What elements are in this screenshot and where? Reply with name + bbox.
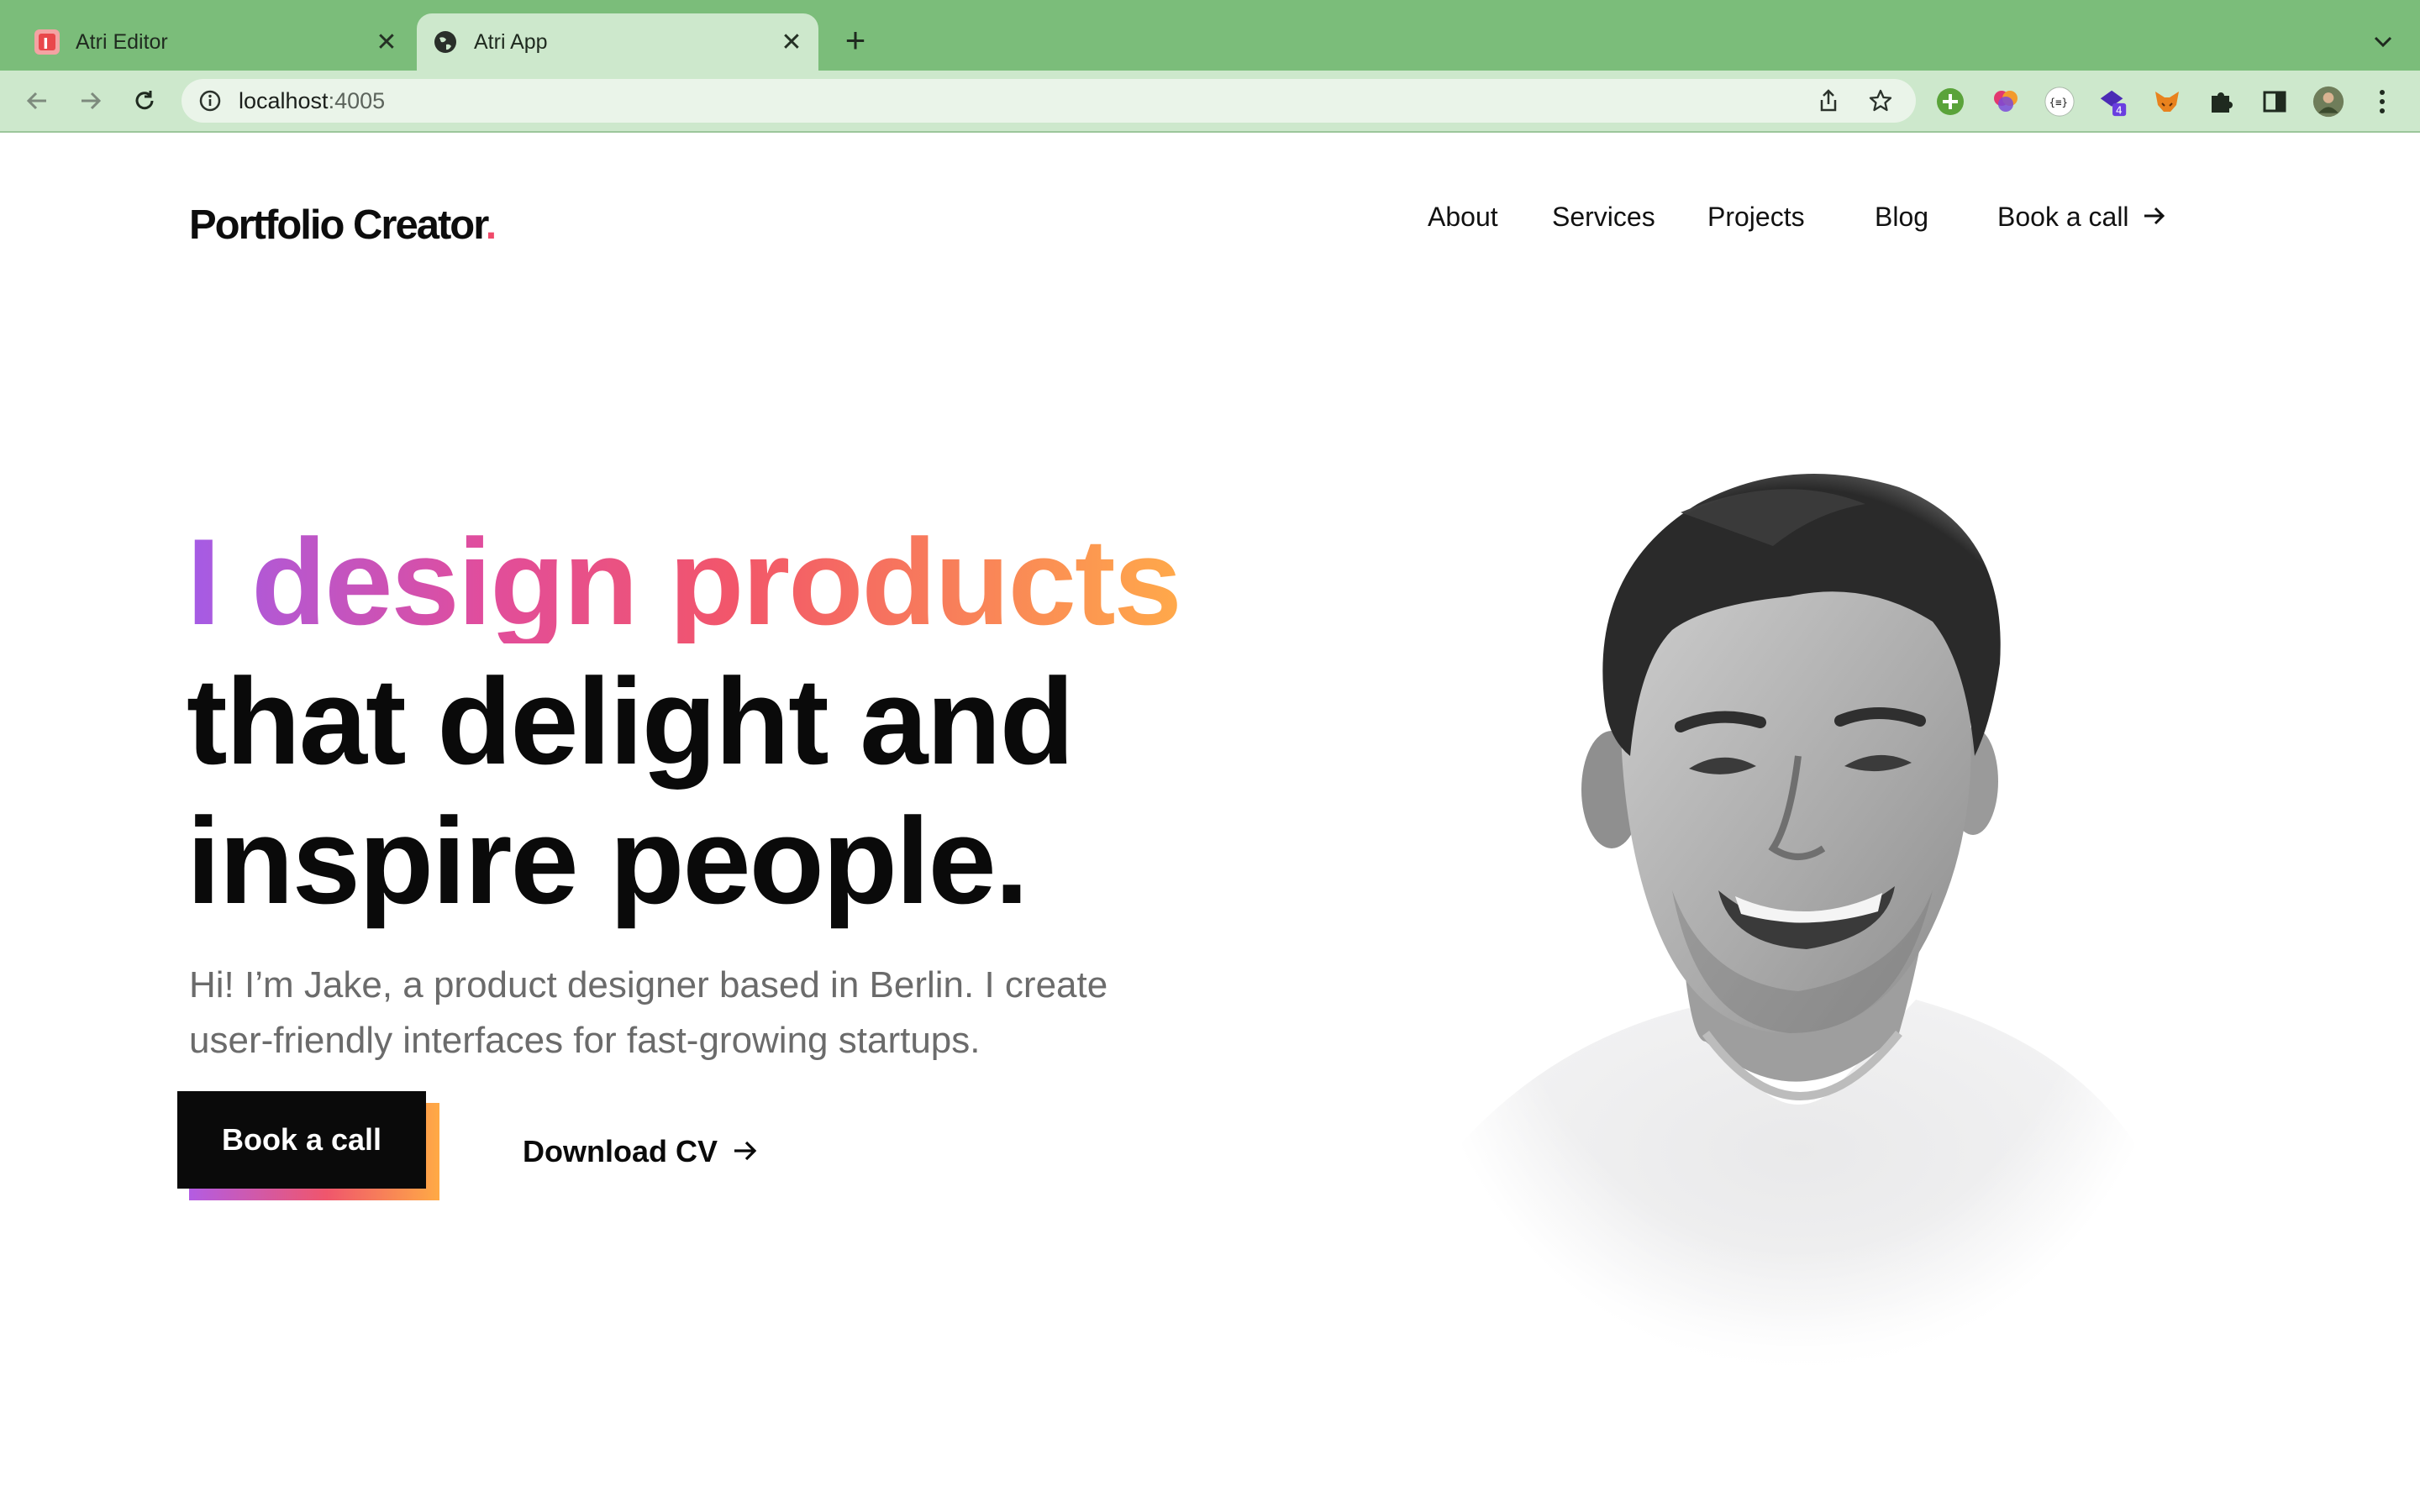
download-cv-label: Download CV — [523, 1134, 718, 1168]
close-tab-icon[interactable]: ✕ — [371, 27, 402, 57]
json-extension-icon[interactable]: {≡} — [2044, 86, 2075, 118]
nav-book-call-label: Book a call — [1997, 202, 2129, 232]
tab-atri-app[interactable]: Atri App ✕ — [417, 13, 818, 71]
puzzle-extensions-icon[interactable] — [2205, 86, 2237, 118]
palette-extension-icon[interactable] — [1990, 86, 2022, 118]
logo-text: Portfolio Creator — [189, 202, 487, 248]
close-tab-icon[interactable]: ✕ — [776, 27, 807, 57]
nav-link-projects[interactable]: Projects — [1707, 202, 1805, 233]
tab-search-chevron-icon[interactable] — [2366, 25, 2400, 59]
nav-book-call-link[interactable]: Book a call — [1997, 202, 2166, 233]
svg-text:{≡}: {≡} — [2049, 97, 2068, 108]
book-call-button[interactable]: Book a call — [177, 1091, 426, 1189]
svg-text:I: I — [43, 35, 49, 53]
url-text: localhost:4005 — [239, 88, 385, 114]
browser-toolbar: localhost:4005 {≡} 4 — [0, 71, 2420, 133]
nav-link-blog[interactable]: Blog — [1875, 202, 1928, 233]
extension-badge: 4 — [2116, 104, 2123, 116]
site-info-icon[interactable] — [198, 89, 222, 113]
profile-photo — [1428, 454, 2168, 1378]
url-host: localhost — [239, 88, 329, 113]
bookmark-star-icon[interactable] — [1867, 87, 1894, 114]
nav-link-about[interactable]: About — [1428, 202, 1498, 233]
arrow-right-icon — [733, 1134, 758, 1169]
browser-menu-icon[interactable] — [2366, 86, 2398, 118]
download-cv-link[interactable]: Download CV — [523, 1134, 758, 1169]
back-arrow-icon[interactable] — [18, 82, 55, 119]
forward-arrow-icon[interactable] — [72, 82, 109, 119]
site-logo[interactable]: Portfolio Creator. — [189, 202, 497, 249]
address-bar[interactable]: localhost:4005 — [182, 79, 1916, 123]
share-icon[interactable] — [1815, 87, 1842, 114]
nav-link-services[interactable]: Services — [1552, 202, 1655, 233]
globe-icon — [432, 29, 459, 55]
hero-subtitle: Hi! I’m Jake, a product designer based i… — [189, 964, 1108, 1061]
logo-dot: . — [485, 202, 497, 248]
url-port: :4005 — [328, 88, 386, 113]
atri-editor-icon: I — [34, 29, 60, 55]
arrow-right-icon — [2143, 202, 2166, 233]
side-panel-icon[interactable] — [2259, 86, 2291, 118]
tab-atri-editor[interactable]: I Atri Editor ✕ — [18, 13, 413, 71]
hero-headline-line-2: that delight and — [187, 653, 1075, 790]
green-plus-extension-icon[interactable] — [1934, 86, 1966, 118]
hero-headline-gradient: I design products — [187, 513, 1182, 650]
new-tab-plus-icon[interactable]: + — [839, 20, 872, 60]
hero-headline-line-3: inspire people. — [187, 792, 1028, 929]
metamask-fox-icon[interactable] — [2151, 86, 2183, 118]
tab-title: Atri App — [474, 29, 548, 54]
stack-extension-icon[interactable]: 4 — [2097, 86, 2129, 118]
browser-tab-strip: I Atri Editor ✕ Atri App ✕ + — [0, 0, 2420, 71]
tab-title: Atri Editor — [76, 29, 168, 54]
reload-icon[interactable] — [126, 82, 163, 119]
profile-avatar[interactable] — [2312, 86, 2344, 118]
